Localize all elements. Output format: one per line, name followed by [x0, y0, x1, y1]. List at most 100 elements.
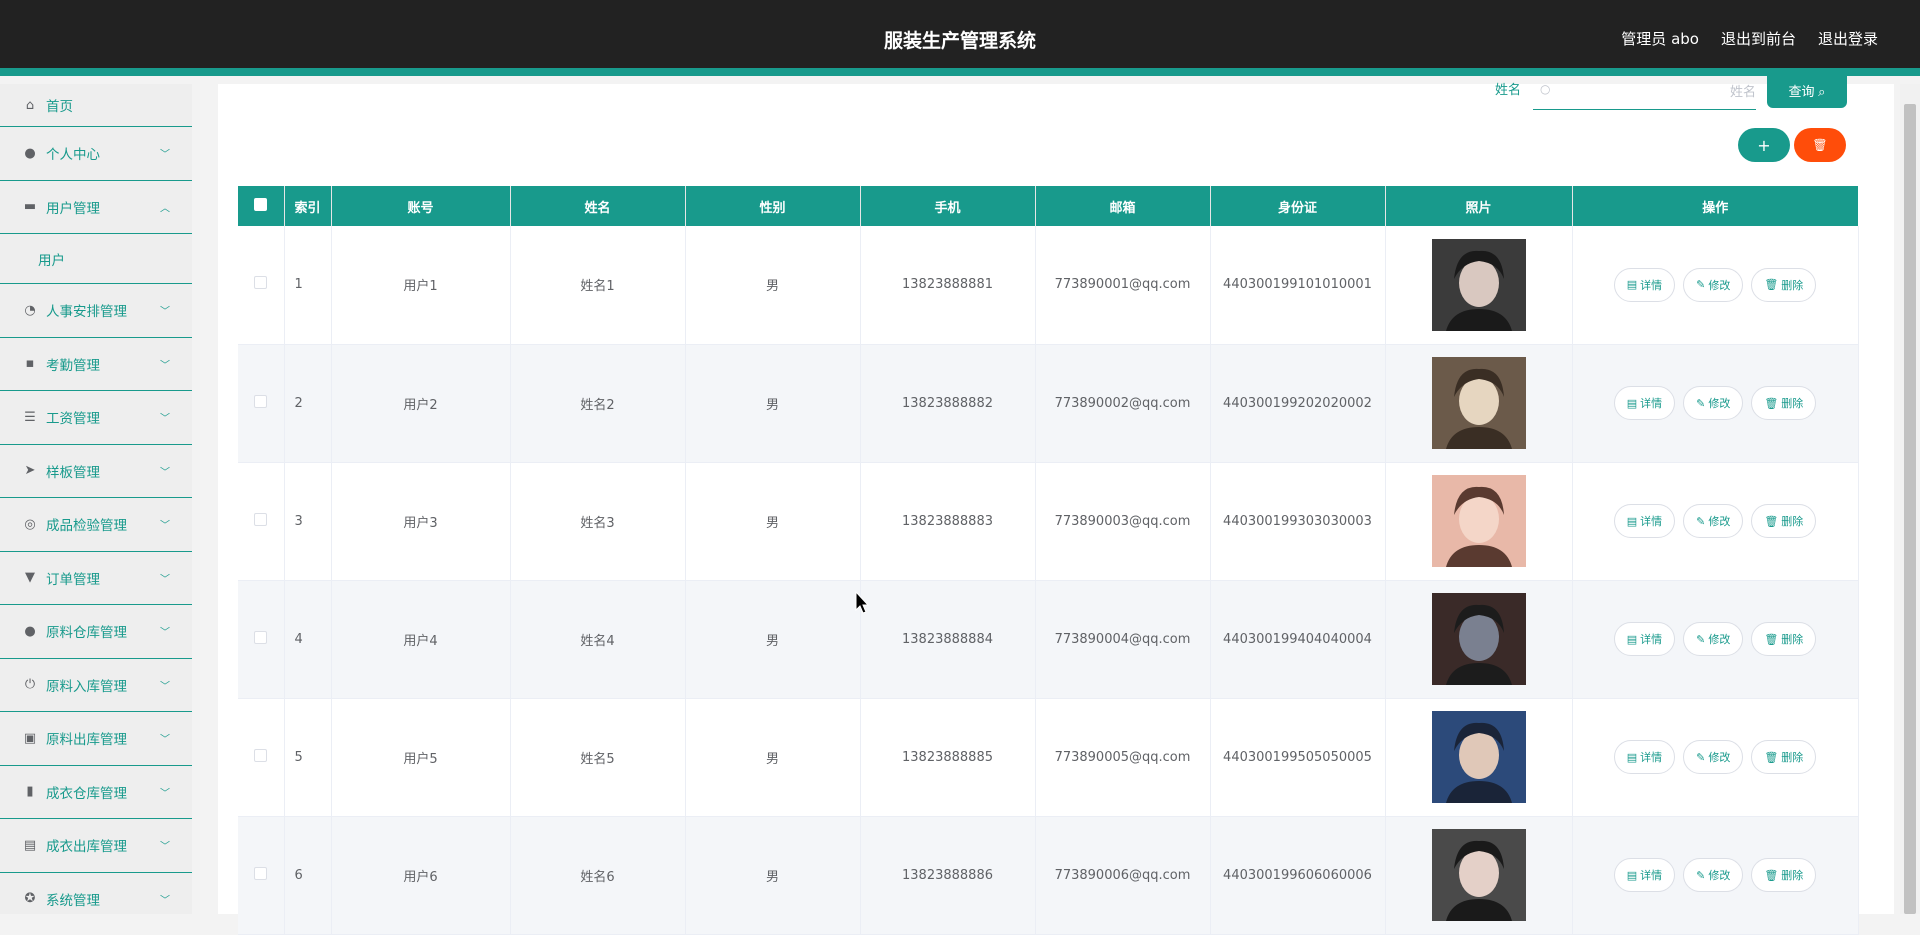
sidebar-item-label: 工资管理 [46, 411, 100, 428]
index-cell: 2 [284, 344, 332, 463]
sidebar-item-orders[interactable]: ▼ 订单管理 ﹀ [0, 552, 192, 605]
person-icon: ● [24, 623, 36, 639]
delete-button[interactable]: 🗑 删除 [1751, 504, 1817, 538]
admin-label: 管理员 abo [1621, 30, 1699, 48]
pencil-icon: ✎ [1696, 514, 1706, 528]
edit-button[interactable]: ✎ 修改 [1683, 504, 1744, 538]
row-checkbox[interactable] [254, 630, 268, 644]
delete-button[interactable]: 🗑 删除 [1751, 267, 1817, 302]
person-icon: ● [24, 145, 36, 161]
chevron-down-icon: ﹀ [160, 627, 170, 639]
photo-cell [1385, 462, 1573, 581]
search-label: 姓名 [1495, 83, 1522, 98]
user-photo [1431, 475, 1526, 567]
list-icon: ☰ [24, 409, 36, 425]
sidebar-item-material-warehouse[interactable]: ● 原料仓库管理 ﹀ [0, 605, 192, 659]
sidebar-item-system[interactable]: ✪ 系统管理 ﹀ [0, 873, 192, 915]
row-select-cell[interactable] [238, 580, 285, 699]
select-all-checkbox[interactable] [254, 197, 268, 211]
detail-label: 详情 [1640, 515, 1663, 528]
scrollbar[interactable] [1900, 84, 1920, 914]
query-button[interactable]: 查询 ⌕ [1767, 72, 1847, 108]
sidebar-item-material-outbound[interactable]: ▣ 原料出库管理 ﹀ [0, 712, 192, 766]
table-row: 4 用户4 姓名4 男 13823888884 773890004@qq.com… [238, 580, 1859, 699]
actions-cell: ▤ 详情 ✎ 修改 🗑 删除 [1572, 462, 1859, 581]
delete-label: 删除 [1781, 751, 1804, 764]
chevron-down-icon: ﹀ [160, 788, 170, 800]
chevron-up-icon: ︿ [160, 203, 170, 215]
trash-icon: 🗑 [1764, 278, 1779, 292]
detail-button[interactable]: ▤ 详情 [1613, 267, 1676, 302]
plus-icon: + [1757, 135, 1771, 155]
detail-button[interactable]: ▤ 详情 [1613, 386, 1676, 420]
chevron-down-icon: ﹀ [160, 306, 170, 318]
sidebar-item-salary[interactable]: ☰ 工资管理 ﹀ [0, 391, 192, 445]
sidebar-item-attendance[interactable]: ▪ 考勤管理 ﹀ [0, 338, 192, 391]
search-input[interactable] [1533, 74, 1756, 110]
row-select-cell[interactable] [238, 344, 285, 463]
delete-button[interactable]: 🗑 删除 [1751, 622, 1817, 656]
detail-button[interactable]: ▤ 详情 [1613, 622, 1676, 656]
delete-label: 删除 [1781, 278, 1804, 292]
sidebar-item-label: 人事安排管理 [46, 304, 127, 321]
email-cell: 773890001@qq.com [1035, 226, 1211, 345]
add-button[interactable]: + [1738, 128, 1790, 162]
logout-link[interactable]: 退出登录 [1818, 28, 1878, 49]
sidebar-item-garment-warehouse[interactable]: ▮ 成衣仓库管理 ﹀ [0, 766, 192, 819]
scrollbar-thumb[interactable] [1904, 104, 1916, 914]
sidebar-item-label: 首页 [46, 99, 73, 115]
detail-button[interactable]: ▤ 详情 [1613, 740, 1676, 774]
row-checkbox[interactable] [254, 512, 268, 526]
detail-button[interactable]: ▤ 详情 [1613, 858, 1676, 892]
users-icon: ▬ [23, 199, 37, 215]
sidebar-item-inspection[interactable]: ◎ 成品检验管理 ﹀ [0, 498, 192, 552]
table-row: 2 用户2 姓名2 男 13823888882 773890002@qq.com… [238, 344, 1859, 463]
delete-button[interactable]: 🗑 删除 [1751, 858, 1817, 892]
sidebar-item-home[interactable]: ⌂ 首页 [0, 84, 192, 127]
sidebar-item-material-inbound[interactable]: ⏻ 原料入库管理 ﹀ [0, 659, 192, 712]
row-select-cell[interactable] [238, 462, 285, 581]
edit-button[interactable]: ✎ 修改 [1683, 386, 1744, 420]
row-checkbox[interactable] [254, 276, 268, 290]
delete-button[interactable]: 🗑 删除 [1751, 386, 1817, 420]
send-icon: ➤ [24, 463, 36, 479]
sidebar-item-hr[interactable]: ◔ 人事安排管理 ﹀ [0, 284, 192, 338]
row-checkbox[interactable] [254, 394, 268, 408]
sidebar-subitem-user[interactable]: 用户 [0, 234, 192, 284]
sidebar-item-sample[interactable]: ➤ 样板管理 ﹀ [0, 445, 192, 498]
phone-cell: 13823888884 [860, 580, 1036, 699]
sidebar-item-personal-center[interactable]: ● 个人中心 ﹀ [0, 127, 192, 181]
edit-button[interactable]: ✎ 修改 [1683, 267, 1744, 302]
row-select-cell[interactable] [238, 816, 285, 935]
trash-icon: 🗑 [1764, 396, 1779, 410]
row-checkbox[interactable] [254, 748, 268, 762]
edit-button[interactable]: ✎ 修改 [1683, 740, 1744, 774]
select-all-header[interactable] [238, 186, 285, 226]
row-select-cell[interactable] [238, 226, 285, 345]
detail-button[interactable]: ▤ 详情 [1613, 504, 1676, 538]
delete-button[interactable]: 🗑 删除 [1751, 740, 1817, 774]
column-header: 照片 [1385, 186, 1573, 226]
trash-icon: 🗑 [1764, 632, 1779, 646]
row-select-cell[interactable] [238, 698, 285, 817]
name-cell: 姓名3 [510, 462, 686, 581]
chevron-down-icon: ﹀ [160, 734, 170, 746]
index-cell: 1 [284, 226, 332, 345]
actions-cell: ▤ 详情 ✎ 修改 🗑 删除 [1572, 344, 1859, 463]
row-checkbox[interactable] [254, 866, 268, 880]
document-icon: ▤ [1626, 632, 1638, 646]
user-photo [1431, 711, 1526, 803]
edit-button[interactable]: ✎ 修改 [1683, 858, 1744, 892]
sidebar-item-user-management[interactable]: ▬ 用户管理 ︿ [0, 181, 192, 234]
idcard-cell: 440300199606060006 [1210, 816, 1386, 935]
delete-label: 删除 [1781, 869, 1804, 882]
header-actions: 管理员 abo 退出到前台 退出登录 [1621, 28, 1878, 49]
idcard-cell: 440300199505050005 [1210, 698, 1386, 817]
batch-delete-button[interactable]: 🗑 [1794, 128, 1846, 162]
column-header: 索引 [284, 186, 332, 226]
stamp-icon: ▼ [25, 570, 35, 586]
back-to-front-link[interactable]: 退出到前台 [1721, 28, 1796, 49]
sidebar-item-label: 样板管理 [46, 464, 100, 481]
edit-button[interactable]: ✎ 修改 [1683, 622, 1744, 656]
sidebar-item-garment-outbound[interactable]: ▤ 成衣出库管理 ﹀ [0, 819, 192, 873]
